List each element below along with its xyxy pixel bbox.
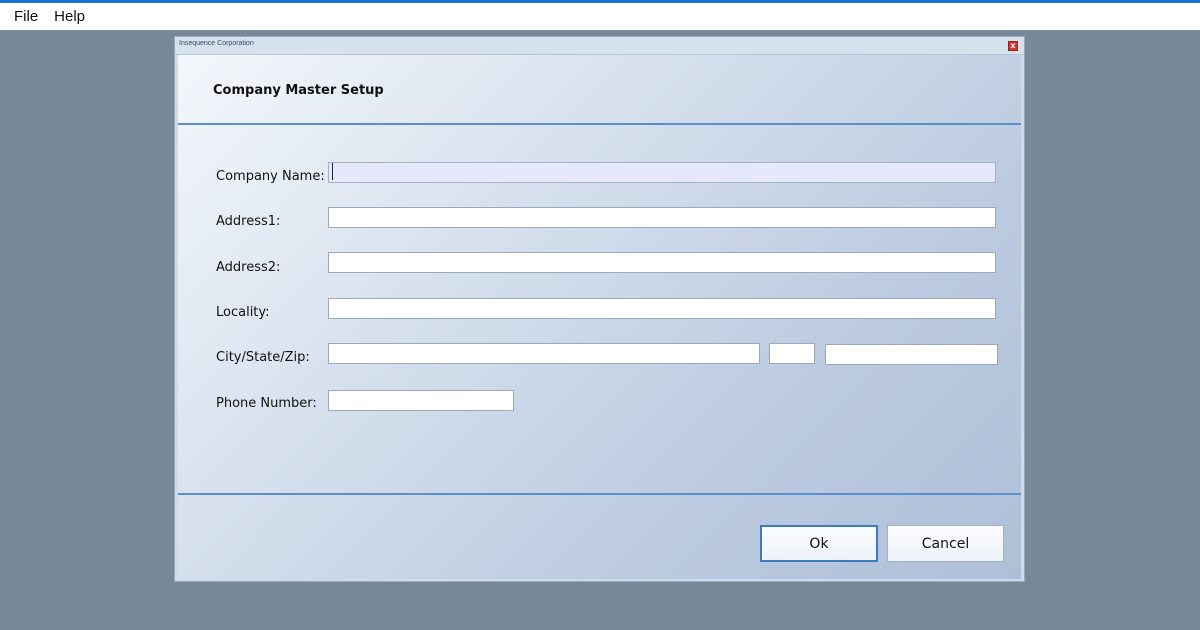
close-button[interactable]: x [1008,41,1018,51]
address1-label: Address1: [216,214,281,229]
city-input[interactable] [328,343,760,364]
address2-input[interactable] [328,252,996,273]
dialog-body: Company Master Setup Company Name: Addre… [178,55,1021,579]
company-name-label: Company Name: [216,169,325,184]
city-state-zip-label: City/State/Zip: [216,350,310,365]
company-name-input[interactable] [328,162,996,183]
dialog-window-title: Insequence Corporation [179,40,254,47]
locality-input[interactable] [328,298,996,319]
cancel-button[interactable]: Cancel [887,525,1004,562]
phone-number-input[interactable] [328,390,514,411]
menu-file[interactable]: File [6,3,46,30]
menubar: File Help [0,3,1200,30]
dialog-titlebar[interactable]: Insequence Corporation x [175,37,1024,55]
address2-label: Address2: [216,260,281,275]
close-icon: x [1010,41,1016,50]
ok-button[interactable]: Ok [760,525,878,562]
address1-input[interactable] [328,207,996,228]
header-divider [178,123,1021,125]
locality-label: Locality: [216,305,270,320]
phone-number-label: Phone Number: [216,396,317,411]
menu-help[interactable]: Help [46,3,93,30]
company-master-dialog: Insequence Corporation x Company Master … [174,36,1025,582]
zip-input[interactable] [825,344,998,365]
state-input[interactable] [769,343,815,364]
text-caret [332,163,333,180]
page-title: Company Master Setup [213,83,384,98]
footer-divider [178,493,1021,495]
